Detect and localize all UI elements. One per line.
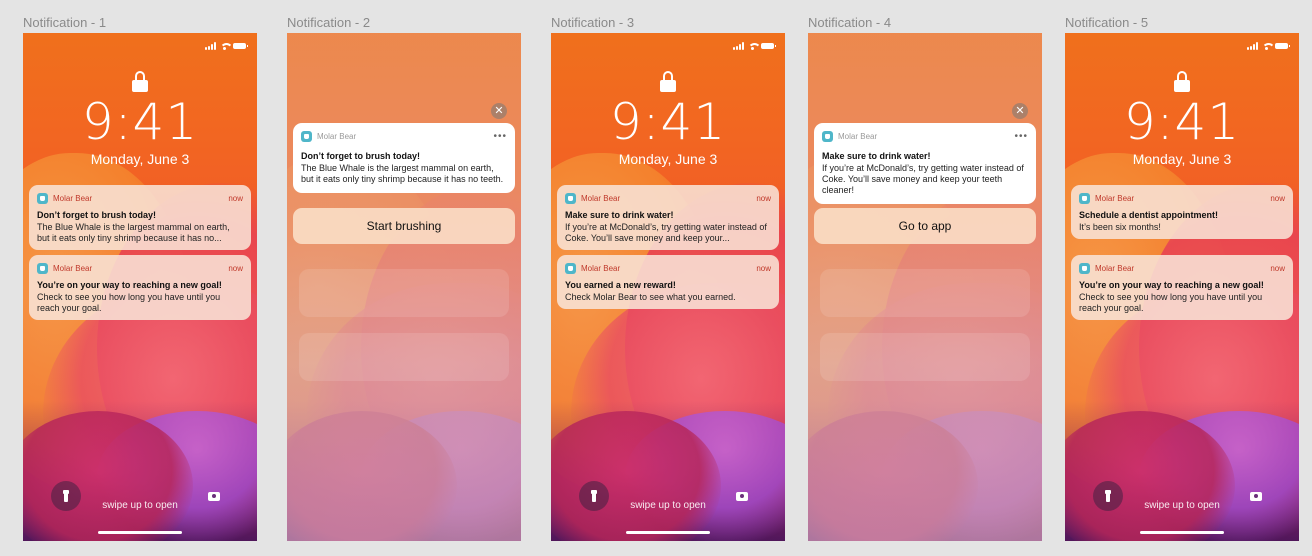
frame-label: Notification - 1: [23, 15, 107, 30]
notification-body: If you’re at McDonald’s, try getting wat…: [565, 222, 767, 243]
expanded-notification-4: ✕ Molar Bear ••• Make sure to drink water…: [808, 33, 1042, 541]
battery-icon: [233, 43, 248, 49]
battery-icon: [761, 43, 776, 49]
notification-app-name: Molar Bear: [1095, 263, 1135, 273]
notification-time: now: [1270, 263, 1285, 273]
signal-icon: [205, 42, 216, 50]
notification-body: Check to see you how long you have until…: [1079, 292, 1263, 313]
notification-body: Check Molar Bear to see what you earned.: [565, 292, 736, 302]
home-indicator[interactable]: [1140, 531, 1224, 534]
notification-app-name: Molar Bear: [838, 131, 878, 141]
notification-app-name: Molar Bear: [581, 193, 621, 203]
expanded-notification-card: Molar Bear ••• Don’t forget to brush toda…: [293, 123, 515, 193]
close-icon[interactable]: ✕: [1012, 103, 1028, 119]
notification[interactable]: Molar Bear now Make sure to drink water! …: [557, 185, 779, 250]
frame-label: Notification - 5: [1065, 15, 1149, 30]
swipe-hint: swipe up to open: [630, 500, 706, 511]
lock-icon: [660, 71, 676, 92]
notification-app-name: Molar Bear: [53, 193, 93, 203]
notification-body: The Blue Whale is the largest mammal on …: [37, 222, 230, 243]
molar-bear-app-icon: [37, 192, 48, 204]
notification[interactable]: Molar Bear now You’re on your way to reac…: [1071, 255, 1293, 320]
clock: 9:41: [609, 93, 727, 151]
more-options-icon[interactable]: •••: [493, 131, 507, 142]
clock: 9:41: [1123, 93, 1241, 151]
lock-screen-3: 9:41 Monday, June 3 Molar Bear now Make s…: [551, 33, 785, 541]
signal-icon: [1247, 42, 1258, 50]
battery-icon: [1275, 43, 1290, 49]
status-bar: [733, 42, 776, 50]
molar-bear-app-icon: [301, 130, 312, 142]
notification-app-name: Molar Bear: [581, 263, 621, 273]
notification-title: You’re on your way to reaching a new goa…: [37, 280, 222, 290]
notification-body: Check to see you how long you have until…: [37, 292, 221, 313]
home-indicator[interactable]: [98, 531, 182, 534]
notification-time: now: [228, 263, 243, 273]
notification-body: If you’re at McDonald’s, try getting wat…: [822, 163, 1024, 195]
notification-title: Make sure to drink water!: [565, 210, 674, 220]
wifi-icon: [748, 42, 761, 50]
notification[interactable]: Molar Bear now Don’t forget to brush toda…: [29, 185, 251, 250]
frame-label: Notification - 3: [551, 15, 635, 30]
notification-title: Don’t forget to brush today!: [37, 210, 156, 220]
notification[interactable]: Molar Bear now You earned a new reward! C…: [557, 255, 779, 309]
molar-bear-app-icon: [37, 262, 48, 274]
status-bar: [205, 42, 248, 50]
blur-overlay: [808, 33, 1042, 541]
notification-time: now: [756, 263, 771, 273]
close-icon[interactable]: ✕: [491, 103, 507, 119]
notification-time: now: [1270, 193, 1285, 203]
notification-body: It’s been six months!: [1079, 222, 1161, 232]
clock: 9:41: [81, 93, 199, 151]
molar-bear-app-icon: [565, 192, 576, 204]
frame-label: Notification - 2: [287, 15, 371, 30]
lock-screen-1: 9:41 Monday, June 3 Molar Bear now Don’t …: [23, 33, 257, 541]
notification[interactable]: Molar Bear now Schedule a dentist appoint…: [1071, 185, 1293, 239]
notification-title: Schedule a dentist appointment!: [1079, 210, 1219, 220]
notification[interactable]: Molar Bear now You’re on your way to reac…: [29, 255, 251, 320]
status-bar: [1247, 42, 1290, 50]
notification-app-name: Molar Bear: [317, 131, 357, 141]
lock-screen-5: 9:41 Monday, June 3 Molar Bear now Schedu…: [1065, 33, 1299, 541]
lock-icon: [1174, 71, 1190, 92]
molar-bear-app-icon: [1079, 262, 1090, 274]
date: Monday, June 3: [90, 151, 190, 167]
lock-icon: [132, 71, 148, 92]
expanded-notification-2: ✕ Molar Bear ••• Don’t forget to brush to…: [287, 33, 521, 541]
notification-time: now: [756, 193, 771, 203]
home-indicator[interactable]: [626, 531, 710, 534]
wifi-icon: [220, 42, 233, 50]
more-options-icon[interactable]: •••: [1014, 131, 1028, 142]
molar-bear-app-icon: [822, 130, 833, 142]
start-brushing-button[interactable]: Start brushing: [293, 208, 515, 244]
notification-app-name: Molar Bear: [53, 263, 93, 273]
notification-title: Don’t forget to brush today!: [301, 151, 420, 161]
date: Monday, June 3: [618, 151, 718, 167]
frame-label: Notification - 4: [808, 15, 892, 30]
blur-overlay: [287, 33, 521, 541]
notification-title: You earned a new reward!: [565, 280, 676, 290]
notification-title: You’re on your way to reaching a new goa…: [1079, 280, 1264, 290]
date: Monday, June 3: [1132, 151, 1232, 167]
notification-title: Make sure to drink water!: [822, 151, 931, 161]
expanded-notification-card: Molar Bear ••• Make sure to drink water! …: [814, 123, 1036, 204]
signal-icon: [733, 42, 744, 50]
notification-app-name: Molar Bear: [1095, 193, 1135, 203]
molar-bear-app-icon: [1079, 192, 1090, 204]
swipe-hint: swipe up to open: [102, 500, 178, 511]
notification-time: now: [228, 193, 243, 203]
go-to-app-button[interactable]: Go to app: [814, 208, 1036, 244]
swipe-hint: swipe up to open: [1144, 500, 1220, 511]
molar-bear-app-icon: [565, 262, 576, 274]
notification-body: The Blue Whale is the largest mammal on …: [301, 163, 504, 184]
wifi-icon: [1262, 42, 1275, 50]
